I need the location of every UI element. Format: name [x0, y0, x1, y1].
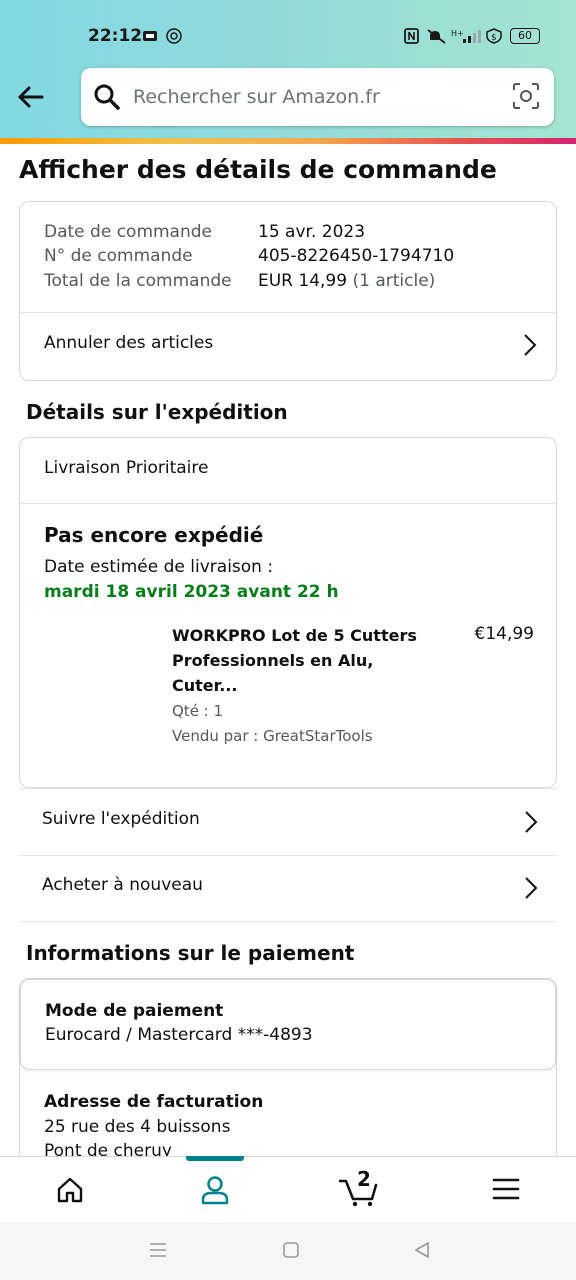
page-title: Afficher des détails de commande	[19, 155, 497, 184]
message-icon	[143, 31, 157, 41]
order-number-label: N° de commande	[44, 246, 193, 266]
system-nav-bar	[0, 1222, 576, 1280]
main-content[interactable]: Afficher des détails de commande Date de…	[0, 145, 576, 1156]
order-date-value: 15 avr. 2023	[258, 222, 366, 242]
nfc-icon	[404, 28, 419, 44]
cancel-items-label: Annuler des articles	[44, 333, 214, 353]
account-icon	[201, 1176, 229, 1205]
svg-text:H+: H+	[451, 29, 464, 38]
app-header: 22:12 H+ $ 60 Rechercher sur Amazon.fr	[0, 0, 576, 140]
payment-card: Mode de paiement Eurocard / Mastercard *…	[19, 978, 557, 1156]
camera-icon[interactable]	[512, 82, 540, 110]
search-bar[interactable]: Rechercher sur Amazon.fr	[81, 68, 554, 126]
tab-account[interactable]	[174, 1156, 254, 1223]
search-input[interactable]: Rechercher sur Amazon.fr	[133, 86, 380, 108]
delivery-estimate-label: Date estimée de livraison :	[44, 557, 274, 577]
billing-address-line: Pont de cheruy	[44, 1141, 172, 1156]
track-shipment-label: Suivre l'expédition	[42, 809, 200, 829]
battery-level: 60	[518, 29, 532, 42]
cancel-items-row[interactable]: Annuler des articles	[20, 313, 556, 380]
fingerprint-icon	[166, 28, 182, 44]
order-date-label: Date de commande	[44, 222, 212, 242]
chevron-right-icon	[524, 334, 537, 356]
billing-address-title: Adresse de facturation	[44, 1092, 264, 1112]
payment-method-box[interactable]: Mode de paiement Eurocard / Mastercard *…	[20, 979, 556, 1070]
item-price: €14,99	[474, 624, 534, 644]
payment-method-title: Mode de paiement	[45, 1001, 224, 1021]
status-time: 22:12	[88, 26, 143, 46]
security-shield-icon: $	[486, 28, 502, 44]
track-shipment-row[interactable]: Suivre l'expédition	[19, 788, 557, 856]
order-summary-card: Date de commande 15 avr. 2023 N° de comm…	[19, 201, 557, 381]
order-total-value: EUR 14,99 (1 article)	[258, 271, 436, 291]
home-icon	[57, 1177, 83, 1203]
back-arrow-icon[interactable]	[14, 80, 48, 114]
tab-home[interactable]	[30, 1157, 110, 1223]
recent-apps-icon[interactable]	[148, 1241, 168, 1259]
chevron-right-icon	[525, 811, 538, 833]
accent-stripe	[0, 138, 576, 144]
svg-text:$: $	[491, 33, 497, 43]
divider	[20, 503, 556, 504]
search-icon[interactable]	[93, 83, 121, 111]
order-total-label: Total de la commande	[44, 271, 232, 291]
active-tab-indicator	[186, 1156, 244, 1161]
item-title-link[interactable]: WORKPRO Lot de 5 Cutters Professionnels …	[172, 623, 422, 698]
back-button-icon[interactable]	[413, 1241, 431, 1259]
billing-address-line: 25 rue des 4 buissons	[44, 1117, 231, 1137]
payment-method-value: Eurocard / Mastercard ***-4893	[45, 1025, 313, 1045]
tab-menu[interactable]	[466, 1157, 546, 1223]
item-quantity: Qté : 1	[172, 702, 224, 720]
menu-icon	[492, 1178, 520, 1200]
delivery-estimate-date: mardi 18 avril 2023 avant 22 h	[44, 582, 339, 602]
item-title-line: WORKPRO Lot de 5 Cutters	[172, 626, 417, 645]
item-seller: Vendu par : GreatStarTools	[172, 727, 373, 745]
payment-heading: Informations sur le paiement	[26, 941, 355, 965]
battery-icon: 60	[510, 28, 540, 44]
shipping-heading: Détails sur l'expédition	[26, 400, 288, 424]
bottom-tab-bar: 2	[0, 1156, 576, 1223]
chevron-right-icon	[525, 877, 538, 899]
home-button-icon[interactable]	[282, 1241, 300, 1259]
order-article-count: (1 article)	[352, 271, 436, 291]
delivery-type: Livraison Prioritaire	[44, 458, 209, 478]
status-bar: 22:12 H+ $ 60	[0, 20, 576, 54]
tab-cart[interactable]: 2	[320, 1157, 400, 1223]
shipment-status: Pas encore expédié	[44, 523, 264, 547]
signal-icon: H+	[451, 29, 481, 43]
buy-again-row[interactable]: Acheter à nouveau	[19, 855, 557, 922]
buy-again-label: Acheter à nouveau	[42, 875, 203, 895]
item-title-line: Professionnels en Alu,	[172, 651, 374, 670]
shipment-card: Livraison Prioritaire Pas encore expédié…	[19, 437, 557, 788]
order-number-value: 405-8226450-1794710	[258, 246, 455, 266]
cart-count: 2	[357, 1167, 371, 1191]
mute-icon	[427, 29, 446, 44]
item-title-line: Cuter...	[172, 676, 238, 695]
